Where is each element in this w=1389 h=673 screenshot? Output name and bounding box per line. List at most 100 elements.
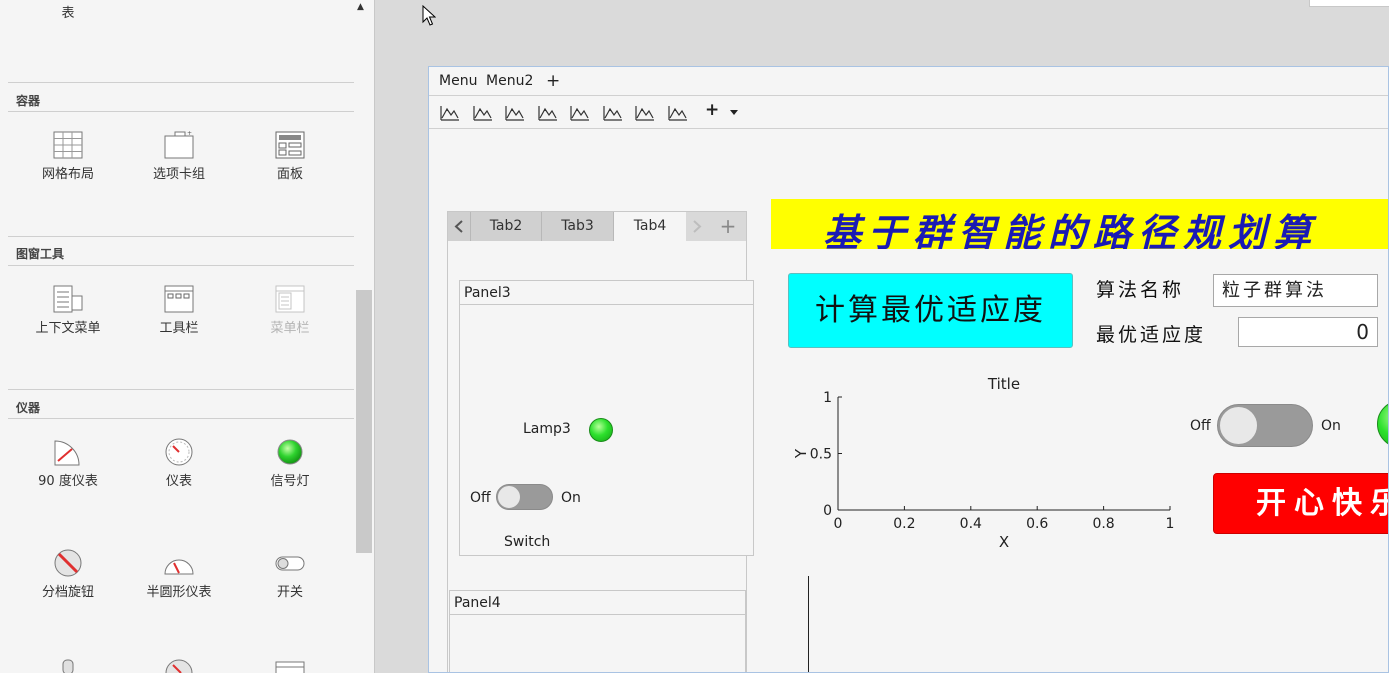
algorithm-name-field[interactable]: 粒子群算法: [1213, 274, 1378, 307]
discrete-knob-icon: [54, 549, 82, 577]
switch-off-label: Off: [470, 490, 491, 506]
library-item-semicircular-gauge[interactable]: 半圆形仪表: [123, 548, 235, 600]
tab-scroll-left[interactable]: [448, 212, 471, 241]
switch-knob[interactable]: [1219, 406, 1258, 445]
library-item-label: 菜单栏: [270, 321, 310, 336]
right-lamp: [1377, 400, 1388, 448]
section-divider: [8, 82, 354, 83]
push-tool-icon[interactable]: [504, 104, 526, 122]
tab-group-icon: +: [164, 130, 194, 159]
push-tool-icon[interactable]: [472, 104, 494, 122]
library-item-label: 选项卡组: [152, 167, 205, 182]
tab-tab3[interactable]: Tab3: [542, 212, 614, 241]
add-tab-button[interactable]: +: [710, 212, 746, 241]
library-item-label: 工具栏: [159, 321, 199, 336]
compute-fitness-button[interactable]: 计算最优适应度: [788, 273, 1073, 348]
banner-title: 基于群智能的路径规划算: [823, 210, 1319, 249]
section-divider: [8, 265, 354, 266]
panel-icon: [275, 131, 305, 159]
lamp3-label: Lamp3: [523, 421, 571, 437]
library-item-switch[interactable]: 开关: [234, 548, 346, 600]
y-tick-label: 0: [823, 503, 832, 519]
chevron-left-icon: [454, 220, 463, 233]
svg-text:+: +: [187, 130, 192, 137]
library-item-label: 上下文菜单: [35, 321, 101, 336]
x-tick-label: 1: [1166, 516, 1175, 532]
tab-scroll-right[interactable]: [686, 212, 708, 241]
switch-on-label: On: [561, 490, 581, 506]
x-axis-label: X: [999, 533, 1009, 551]
switch-icon: [275, 556, 305, 571]
library-item-context-menu[interactable]: 上下文菜单: [12, 284, 124, 336]
tab-tab4[interactable]: Tab4: [614, 212, 686, 241]
component-edge-line: [808, 576, 809, 672]
library-item-gauge[interactable]: 仪表: [123, 437, 235, 489]
section-title-instruments: 仪器: [16, 401, 41, 415]
library-item-lamp[interactable]: 信号灯: [234, 437, 346, 489]
library-item-label: 分档旋钮: [41, 585, 94, 600]
library-item-label: 面板: [276, 167, 303, 182]
library-item-label: 90 度仪表: [38, 474, 98, 489]
push-tool-icon[interactable]: [602, 104, 624, 122]
mouse-cursor-icon: [422, 5, 436, 26]
chart-axes[interactable]: 0 0.2 0.4 0.6 0.8 1 0 0.5 1 Title X Y: [779, 367, 1179, 557]
title-banner: 基于群智能的路径规划算: [771, 199, 1388, 249]
ninety-degree-gauge-icon: [54, 440, 80, 466]
app-figure-window: Menu Menu2 + + Tab2 Tab3 Tab4 + Panel3 L…: [428, 66, 1389, 673]
menubar-icon: [275, 285, 305, 313]
add-tool-button[interactable]: +: [705, 100, 719, 120]
library-item-discrete-knob[interactable]: 分档旋钮: [12, 548, 124, 600]
library-item-tab-group[interactable]: + 选项卡组: [123, 130, 235, 182]
push-tool-icon[interactable]: [569, 104, 591, 122]
best-fitness-label: 最优适应度: [1096, 324, 1207, 346]
push-tool-icon[interactable]: [667, 104, 689, 122]
push-tool-icon[interactable]: [439, 104, 461, 122]
section-title-figure-tools: 图窗工具: [16, 247, 65, 261]
section-divider: [8, 111, 354, 112]
chevron-right-icon: [693, 220, 702, 233]
best-fitness-field[interactable]: 0: [1238, 317, 1378, 347]
library-item-90-degree-gauge[interactable]: 90 度仪表: [12, 437, 124, 489]
tab-tab2[interactable]: Tab2: [471, 212, 542, 241]
library-item-label: 半圆形仪表: [146, 585, 212, 600]
library-item-panel[interactable]: 面板: [234, 130, 346, 182]
switch-knob[interactable]: [497, 485, 521, 509]
library-item-label: 网格布局: [41, 167, 94, 182]
push-tool-icon[interactable]: [634, 104, 656, 122]
y-axis-label: Y: [792, 448, 810, 459]
library-item-grid-layout[interactable]: 网格布局: [12, 130, 124, 182]
canvas-overlay-box: [1309, 0, 1389, 7]
y-tick-label: 0.5: [810, 447, 832, 463]
right-switch-on-label: On: [1321, 418, 1341, 434]
menu-item-menu[interactable]: Menu: [439, 73, 477, 89]
add-menu-button[interactable]: +: [546, 71, 560, 91]
chevron-down-icon[interactable]: [729, 109, 739, 117]
library-scrollbar-thumb[interactable]: [356, 290, 372, 553]
library-item-table[interactable]: 表: [12, 0, 124, 21]
toggle-icon: [62, 659, 74, 673]
grid-layout-icon: [53, 131, 83, 159]
menu-item-menu2[interactable]: Menu2: [486, 73, 533, 89]
toolbar-icon: [164, 285, 194, 313]
happy-button[interactable]: 开心快乐: [1213, 473, 1388, 534]
right-switch[interactable]: [1217, 404, 1313, 447]
panel3: Panel3 Lamp3 Off On Switch: [459, 280, 754, 556]
library-item-toolbar[interactable]: 工具栏: [123, 284, 235, 336]
section-divider: [8, 418, 354, 419]
panel3-switch[interactable]: [496, 484, 553, 510]
lamp3: [589, 418, 613, 442]
algorithm-name-label: 算法名称: [1096, 279, 1185, 301]
library-item-menubar: 菜单栏: [234, 284, 346, 336]
x-tick-label: 0: [834, 516, 843, 532]
x-tick-label: 0.6: [1026, 516, 1048, 532]
list-box-icon: [275, 661, 305, 673]
tab-group: Tab2 Tab3 Tab4 + Panel3 Lamp3 Off On Swi…: [447, 211, 754, 672]
push-tool-icon[interactable]: [537, 104, 559, 122]
panel4: Panel4: [449, 590, 746, 672]
library-item-label: 仪表: [165, 474, 192, 489]
component-library: 表 容器 网格布局 + 选项卡组 面板 图窗工具 上下文菜单 工具栏 菜单栏 仪…: [0, 0, 375, 673]
y-tick-label: 1: [823, 390, 832, 406]
scroll-up-arrow-icon[interactable]: ▲: [357, 2, 364, 12]
section-divider: [8, 236, 354, 237]
switch-label: Switch: [504, 534, 551, 550]
